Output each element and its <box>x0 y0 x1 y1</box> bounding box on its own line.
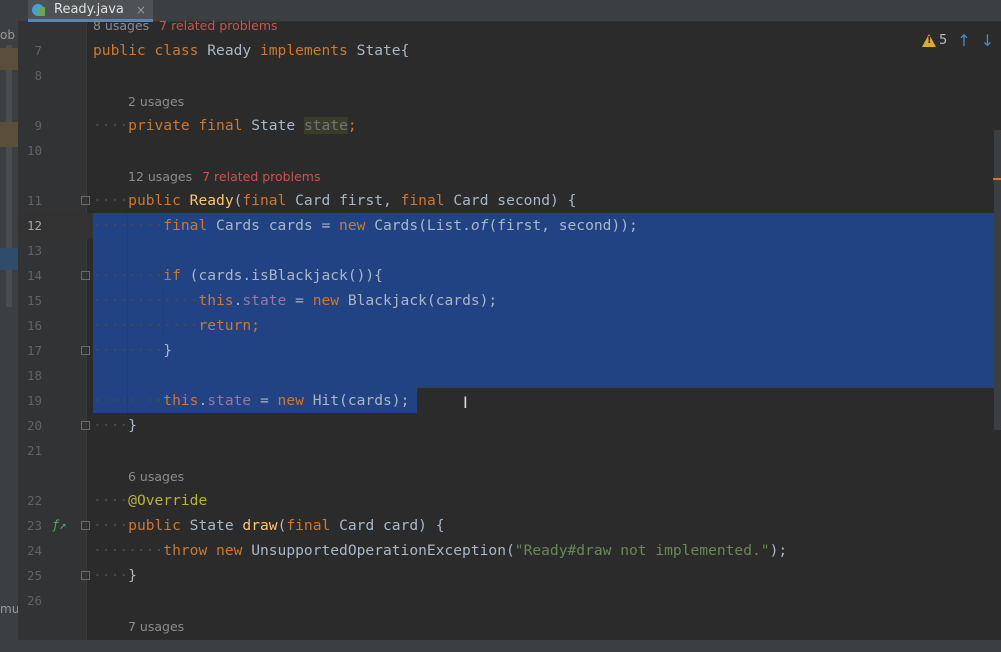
code-vision-hint: 12 usages 7 related problems <box>18 164 1001 189</box>
indent-guide <box>127 213 128 413</box>
line-number: 23 <box>26 518 42 533</box>
code-line-selected[interactable]: 17 ········} <box>18 338 1001 363</box>
line-number: 25 <box>26 568 42 583</box>
indent-guide <box>163 288 164 338</box>
code-line-selected[interactable]: 15 ············this.state = new Blackjac… <box>18 288 1001 313</box>
unused-field-highlight: state <box>303 117 348 134</box>
line-number: 22 <box>26 493 42 508</box>
code-line[interactable]: 7 public class Ready implements State{ <box>18 38 1001 63</box>
code-line-selected[interactable]: 13 <box>18 238 1001 263</box>
line-number: 8 <box>34 68 42 83</box>
code-vision-hint: 6 usages <box>18 464 1001 489</box>
fold-marker-icon[interactable] <box>81 271 90 280</box>
selection-highlight <box>93 338 1001 363</box>
code-line[interactable]: 26 <box>18 588 1001 613</box>
previous-highlight-arrow-icon[interactable]: ↑ <box>957 31 970 50</box>
left-strip-marker <box>0 248 18 270</box>
code-line[interactable]: 21 <box>18 438 1001 463</box>
text-cursor-icon: Ⅰ <box>463 393 468 412</box>
warning-stripe-marker[interactable] <box>993 178 1001 180</box>
code-line-selected[interactable]: 12 ········final Cards cards = new Cards… <box>18 213 1001 238</box>
editor-scrollbar[interactable] <box>994 130 1001 430</box>
code-line-selected[interactable]: 19 ········this.state = new Hit(cards); <box>18 388 1001 413</box>
implements-method-icon[interactable]: ƒ↗ <box>52 513 66 538</box>
code-line[interactable]: 11 ····public Ready(final Card first, fi… <box>18 188 1001 213</box>
line-number: 21 <box>26 443 42 458</box>
left-strip-text-top: ob <box>0 28 15 42</box>
fold-marker-icon[interactable] <box>81 346 90 355</box>
selection-highlight <box>93 363 1001 388</box>
line-number: 9 <box>34 118 42 133</box>
code-line[interactable]: 8 <box>18 63 1001 88</box>
line-number: 19 <box>26 393 42 408</box>
left-strip-text-bottom: mu <box>0 602 18 616</box>
line-number: 12 <box>26 218 42 233</box>
line-number: 15 <box>26 293 42 308</box>
line-number: 10 <box>26 143 42 158</box>
fold-marker-icon[interactable] <box>81 521 90 530</box>
line-number: 17 <box>26 343 42 358</box>
warning-count: 5 <box>939 32 948 48</box>
usages-link[interactable]: 8 usages <box>93 18 149 33</box>
line-number: 18 <box>26 368 42 383</box>
inspection-widget[interactable]: 5 ↑ ↓ <box>922 28 994 52</box>
code-line[interactable]: 25 ····} <box>18 563 1001 588</box>
code-line[interactable]: 23 ƒ↗ ····public State draw(final Card c… <box>18 513 1001 538</box>
usages-link[interactable]: 2 usages <box>128 94 184 109</box>
related-problems-link[interactable]: 7 related problems <box>202 169 320 184</box>
line-number: 14 <box>26 268 42 283</box>
code-line-selected[interactable]: 14 ········if (cards.isBlackjack()){ <box>18 263 1001 288</box>
usages-link[interactable]: 7 usages <box>128 619 184 634</box>
code-vision-hint: 7 usages <box>18 614 1001 639</box>
code-line-selected[interactable]: 16 ············return; <box>18 313 1001 338</box>
line-number: 11 <box>26 193 42 208</box>
left-tool-strip: ob mu <box>0 0 18 640</box>
line-number: 24 <box>26 543 42 558</box>
related-problems-link[interactable]: 7 related problems <box>159 18 277 33</box>
code-vision-hint: 8 usages 7 related problems <box>18 15 1001 37</box>
code-vision-hint: 2 usages <box>18 89 1001 114</box>
code-line[interactable]: 20 ····} <box>18 413 1001 438</box>
status-bar <box>0 640 1001 652</box>
code-line[interactable]: 9 ····private final State state; <box>18 113 1001 138</box>
fold-marker-icon[interactable] <box>81 196 90 205</box>
warning-icon <box>922 33 936 47</box>
code-line[interactable]: 24 ········throw new UnsupportedOperatio… <box>18 538 1001 563</box>
usages-link[interactable]: 6 usages <box>128 469 184 484</box>
left-strip-marker <box>0 122 18 147</box>
selection-highlight <box>93 238 1001 263</box>
line-number: 13 <box>26 243 42 258</box>
fold-marker-icon[interactable] <box>81 571 90 580</box>
line-number: 16 <box>26 318 42 333</box>
fold-marker-icon[interactable] <box>81 421 90 430</box>
code-line-selected[interactable]: 18 <box>18 363 1001 388</box>
line-number: 26 <box>26 593 42 608</box>
line-number: 7 <box>34 43 42 58</box>
code-line[interactable]: 22 ····@Override <box>18 488 1001 513</box>
next-highlight-arrow-icon[interactable]: ↓ <box>981 31 994 50</box>
line-number: 20 <box>26 418 42 433</box>
usages-link[interactable]: 12 usages <box>128 169 192 184</box>
left-strip-marker <box>0 48 18 70</box>
code-line[interactable]: 10 <box>18 138 1001 163</box>
